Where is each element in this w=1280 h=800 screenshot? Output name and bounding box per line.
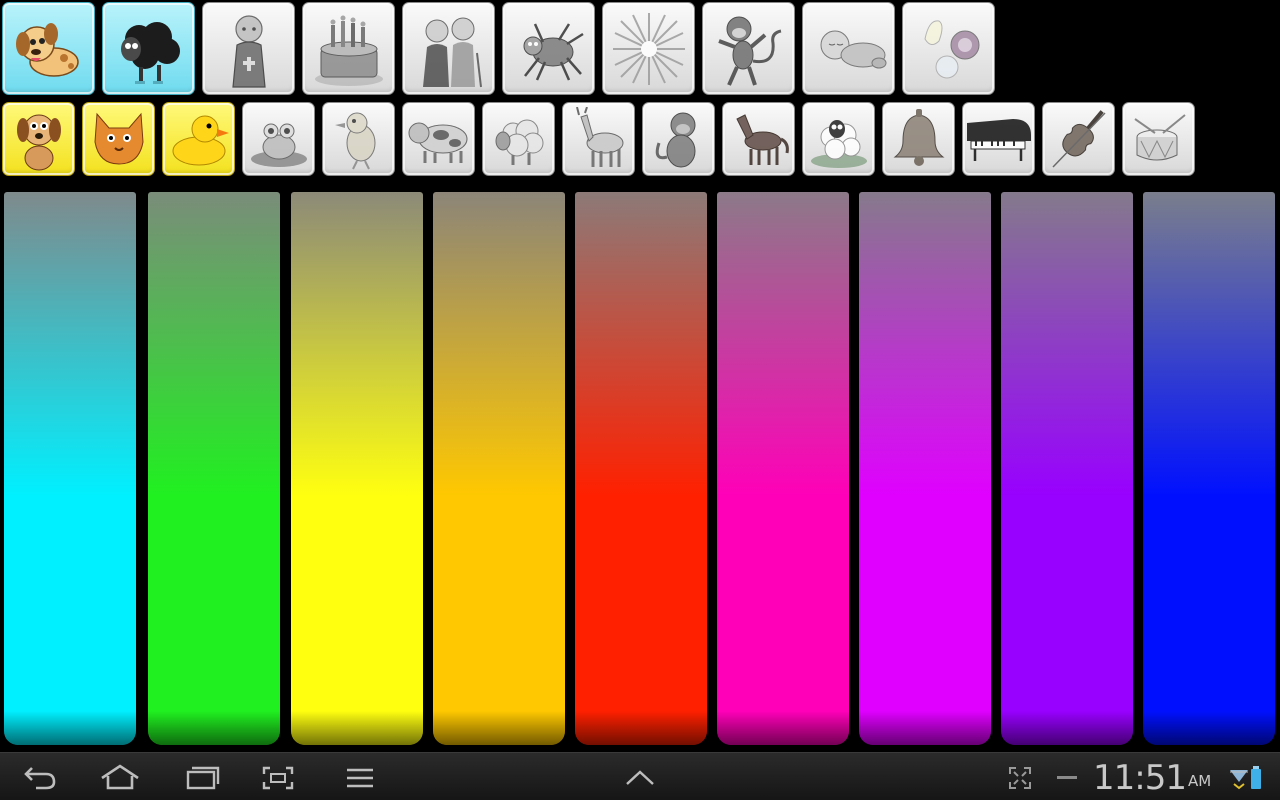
donkey-icon — [575, 107, 623, 167]
color-key-green[interactable] — [148, 192, 280, 745]
drum-icon — [1133, 114, 1186, 161]
fullscreen-button[interactable] — [1004, 761, 1036, 795]
color-key-blue[interactable] — [1143, 192, 1275, 745]
category-row-top — [2, 2, 995, 95]
color-key-magenta[interactable] — [859, 192, 991, 745]
chevron-up-icon — [626, 770, 654, 785]
tile-donkey[interactable] — [562, 102, 635, 176]
starburst-icon — [612, 12, 685, 85]
key-shadow — [433, 711, 565, 745]
sound-row-bottom — [2, 102, 1195, 176]
minimize-button[interactable] — [1052, 761, 1082, 795]
tile-puppy[interactable] — [2, 2, 95, 95]
key-shadow — [148, 711, 280, 745]
wifi-icon — [1230, 770, 1248, 790]
tile-starburst[interactable] — [602, 2, 695, 95]
tile-drum[interactable] — [1122, 102, 1195, 176]
key-shadow — [859, 711, 991, 745]
recent-apps-button[interactable] — [182, 761, 222, 795]
back-icon — [24, 767, 56, 790]
key-shadow — [4, 711, 136, 745]
key-shadow — [1143, 711, 1275, 745]
tile-piano[interactable] — [962, 102, 1035, 176]
back-button[interactable] — [20, 761, 60, 795]
tile-sheep[interactable] — [482, 102, 555, 176]
show-toolbar-button[interactable] — [620, 761, 660, 795]
tile-bird[interactable] — [322, 102, 395, 176]
monkey-icon — [717, 16, 781, 86]
color-key-cyan[interactable] — [4, 192, 136, 745]
tile-monkey[interactable] — [702, 2, 795, 95]
frog-icon — [250, 123, 307, 167]
menu-icon — [347, 768, 373, 788]
recent-apps-icon — [186, 766, 220, 790]
color-key-violet[interactable] — [1001, 192, 1133, 745]
bell-icon — [893, 109, 944, 166]
tile-birthday-cake[interactable] — [302, 2, 395, 95]
key-shadow — [717, 711, 849, 745]
minus-icon — [1057, 776, 1077, 779]
tile-cat[interactable] — [82, 102, 155, 176]
fullscreen-icon — [1009, 767, 1031, 789]
color-key-red[interactable] — [575, 192, 707, 745]
seashells-icon — [923, 19, 979, 78]
tile-monk[interactable] — [202, 2, 295, 95]
tile-horse[interactable] — [722, 102, 795, 176]
status-clock[interactable]: 11:51 — [1093, 756, 1187, 800]
spider-icon — [523, 22, 584, 81]
monkey-sitting-icon — [655, 112, 695, 168]
piano-icon — [966, 119, 1031, 161]
cow-icon — [408, 122, 467, 163]
key-shadow — [1001, 711, 1133, 745]
color-key-orange[interactable] — [433, 192, 565, 745]
duck-icon — [172, 115, 229, 166]
key-shadow — [575, 711, 707, 745]
tile-old-couple[interactable] — [402, 2, 495, 95]
status-ampm: AM — [1188, 772, 1212, 790]
puppy-icon — [15, 22, 79, 77]
screenshot-icon — [262, 766, 294, 790]
tile-cow[interactable] — [402, 102, 475, 176]
tile-lamb[interactable] — [802, 102, 875, 176]
tile-black-sheep[interactable] — [102, 2, 195, 95]
dog-icon — [16, 114, 61, 171]
tile-monkey-sitting[interactable] — [642, 102, 715, 176]
battery-icon — [1251, 766, 1261, 789]
tile-frog[interactable] — [242, 102, 315, 176]
old-couple-icon — [422, 17, 482, 87]
menu-button[interactable] — [340, 761, 380, 795]
tile-duck[interactable] — [162, 102, 235, 176]
color-key-yellow[interactable] — [291, 192, 423, 745]
sleeping-baby-icon — [820, 30, 886, 68]
status-indicators[interactable] — [1222, 761, 1268, 795]
lamb-icon — [810, 120, 867, 168]
tile-seashells[interactable] — [902, 2, 995, 95]
bird-icon — [334, 112, 375, 170]
color-key-pink[interactable] — [717, 192, 849, 745]
home-button[interactable] — [98, 761, 142, 795]
birthday-cake-icon — [314, 15, 383, 86]
black-sheep-icon — [120, 21, 180, 84]
cat-icon — [93, 112, 144, 165]
screenshot-button[interactable] — [258, 761, 298, 795]
tile-sleeping-baby[interactable] — [802, 2, 895, 95]
tile-violin[interactable] — [1042, 102, 1115, 176]
tile-dog[interactable] — [2, 102, 75, 176]
tile-spider[interactable] — [502, 2, 595, 95]
monk-icon — [231, 14, 266, 88]
app-root: 11:51 AM — [0, 0, 1280, 800]
key-shadow — [291, 711, 423, 745]
sheep-icon — [495, 119, 543, 165]
system-navigation-bar: 11:51 AM — [0, 752, 1280, 800]
home-icon — [101, 764, 139, 790]
tile-bell[interactable] — [882, 102, 955, 176]
color-keys — [0, 192, 1280, 745]
horse-icon — [735, 114, 789, 165]
violin-icon — [1051, 110, 1106, 168]
